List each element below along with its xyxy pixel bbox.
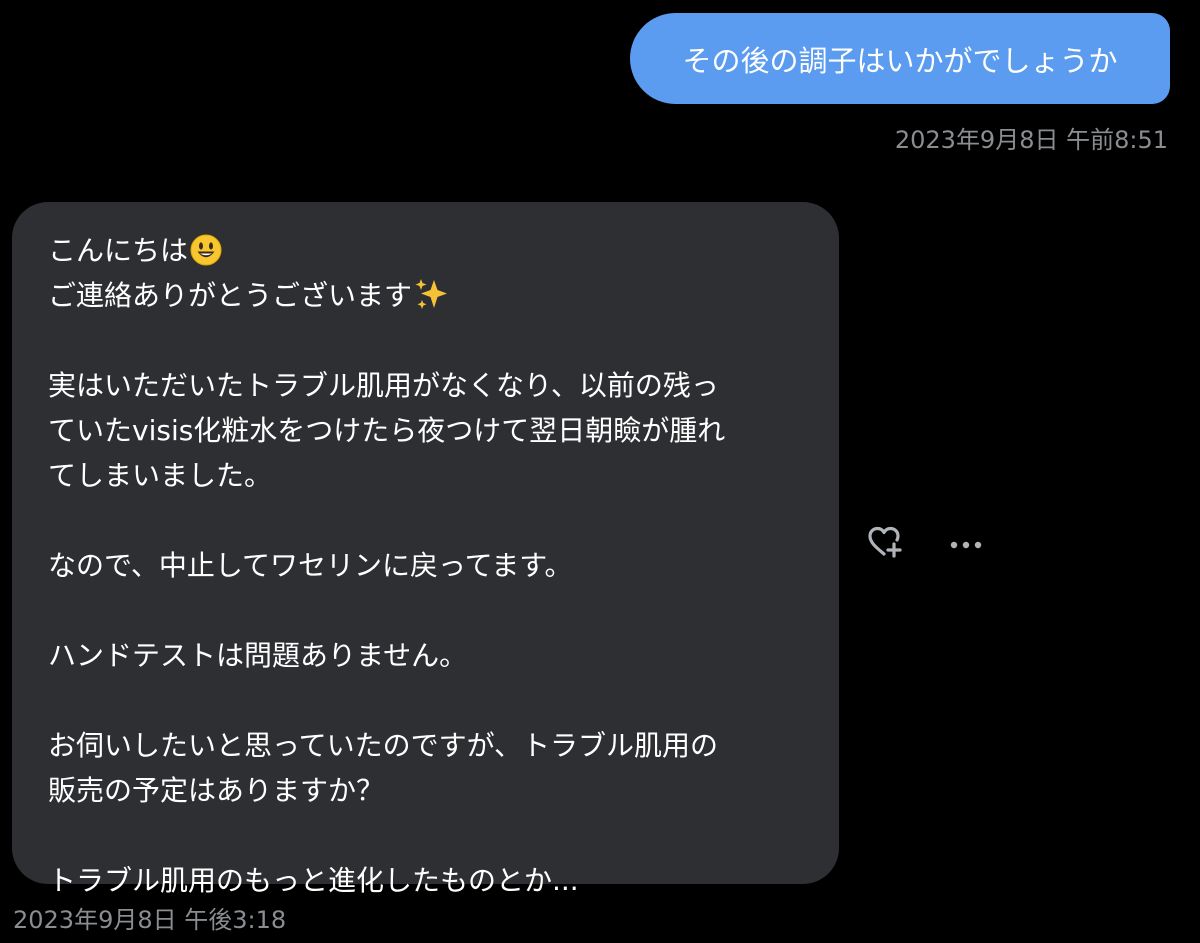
message-line: トラブル肌用のもっと進化したものとか... [48,864,579,897]
greeting-text: こんにちは [48,234,189,267]
more-options-button[interactable] [946,524,986,564]
incoming-message-bubble[interactable]: こんにちは ご連絡ありがとうございます 実はいただいたトラブル肌用がなくなり、以… [12,202,839,897]
outgoing-message-text: その後の調子はいかがでしょうか [682,43,1118,78]
message-line: こんにちは [48,228,805,273]
incoming-message-timestamp: 2023年9月8日 午後3:18 [13,906,287,934]
message-line: てしまいました。 [48,459,273,492]
outgoing-message-timestamp: 2023年9月8日 午前8:51 [894,126,1168,154]
thanks-text: ご連絡ありがとうございます [48,279,413,312]
heart-plus-icon [867,525,905,563]
message-actions [866,524,986,564]
more-options-icon [949,535,983,554]
outgoing-message-bubble[interactable]: その後の調子はいかがでしょうか [630,13,1170,104]
message-line: 販売の予定はありますか？ [48,774,385,807]
message-line: なので、中止してワセリンに戻ってます。 [48,549,573,582]
message-line: 実はいただいたトラブル肌用がなくなり、以前の残っ [48,369,719,402]
message-line: ていたvisis化粧水をつけたら夜つけて翌日朝瞼が腫れ [48,414,726,447]
message-line: ご連絡ありがとうございます [48,273,805,318]
message-line: ハンドテストは問題ありません。 [48,639,468,672]
message-line: お伺いしたいと思っていたのですが、トラブル肌用の [48,729,719,762]
react-button[interactable] [866,524,906,564]
sparkles-emoji [414,277,450,324]
